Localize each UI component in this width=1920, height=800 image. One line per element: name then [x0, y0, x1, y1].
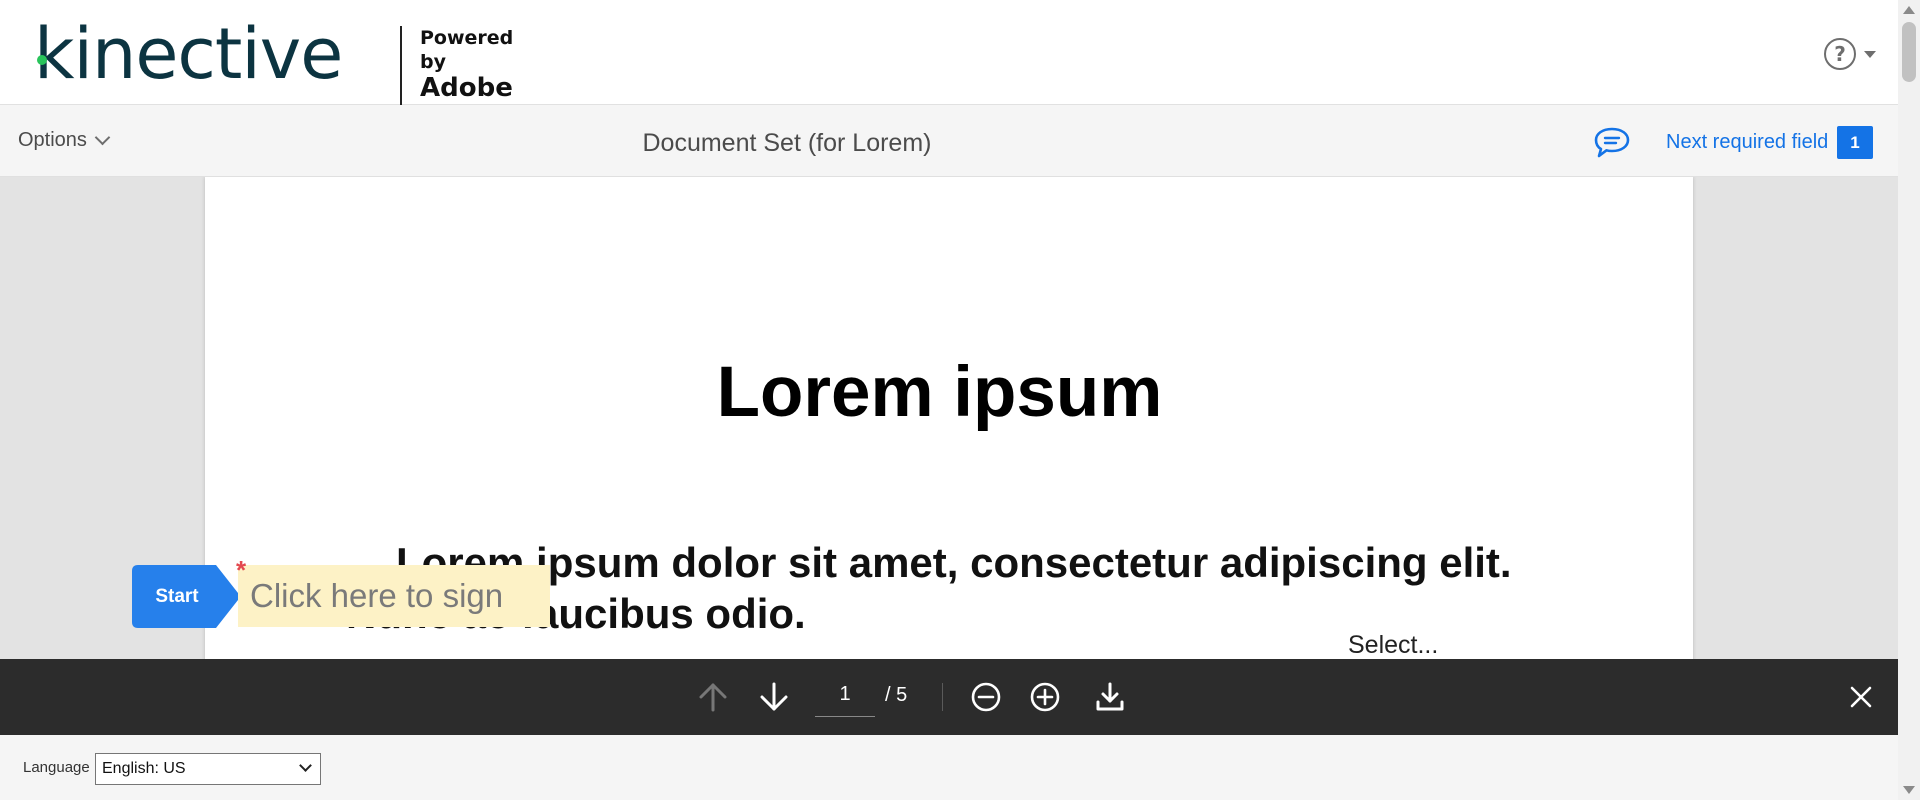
chevron-down-icon — [299, 759, 312, 772]
page-total-label: / 5 — [885, 684, 908, 706]
document-toolbar: Options Document Set (for Lorem) Next re… — [0, 105, 1898, 177]
zoom-in-icon[interactable] — [1026, 678, 1064, 716]
next-required-field-link[interactable]: Next required field — [1666, 131, 1828, 154]
scroll-down-arrow[interactable] — [1903, 786, 1915, 794]
kinective-logo: kinective — [34, 13, 343, 95]
help-circle-icon: ? — [1824, 38, 1856, 70]
arrow-up-icon[interactable] — [694, 678, 732, 716]
powered-by-label: Powered by — [420, 27, 514, 73]
start-signing-button[interactable]: Start — [132, 565, 238, 628]
language-selected-value: English: US — [102, 760, 186, 777]
start-label: Start — [155, 585, 199, 607]
comment-bubble-icon[interactable] — [1592, 125, 1632, 161]
brand-divider — [400, 26, 402, 108]
language-label: Language — [23, 759, 90, 776]
page-footer: Language English: US — [0, 735, 1898, 800]
page-navigation-bar: / 5 — [0, 659, 1898, 735]
scroll-up-arrow[interactable] — [1903, 6, 1915, 14]
document-viewer[interactable]: Lorem ipsum Lorem ipsum dolor sit amet, … — [0, 177, 1898, 659]
language-select[interactable]: English: US — [95, 753, 321, 785]
document-heading: Lorem ipsum — [716, 353, 1163, 432]
help-menu-button[interactable]: ? — [1824, 38, 1876, 70]
close-icon[interactable] — [1842, 678, 1880, 716]
document-title: Document Set (for Lorem) — [642, 129, 932, 157]
download-icon[interactable] — [1091, 678, 1129, 716]
zoom-out-icon[interactable] — [967, 678, 1005, 716]
signature-field[interactable]: Click here to sign — [238, 565, 550, 627]
scroll-thumb[interactable] — [1902, 22, 1916, 82]
required-field-count-badge[interactable]: 1 — [1837, 126, 1873, 159]
arrow-down-icon[interactable] — [755, 678, 793, 716]
required-marker: * — [236, 555, 247, 585]
caret-down-icon — [1864, 50, 1876, 58]
signature-placeholder: Click here to sign — [250, 577, 504, 614]
page-number-input[interactable] — [815, 673, 875, 717]
select-dropdown-field[interactable]: Select... — [1348, 631, 1438, 659]
page-scrollbar[interactable] — [1898, 0, 1920, 800]
logo-dot — [37, 55, 47, 65]
nav-divider — [942, 683, 943, 711]
app-header: kinective Powered by Adobe Acrobat Sign … — [0, 0, 1898, 161]
